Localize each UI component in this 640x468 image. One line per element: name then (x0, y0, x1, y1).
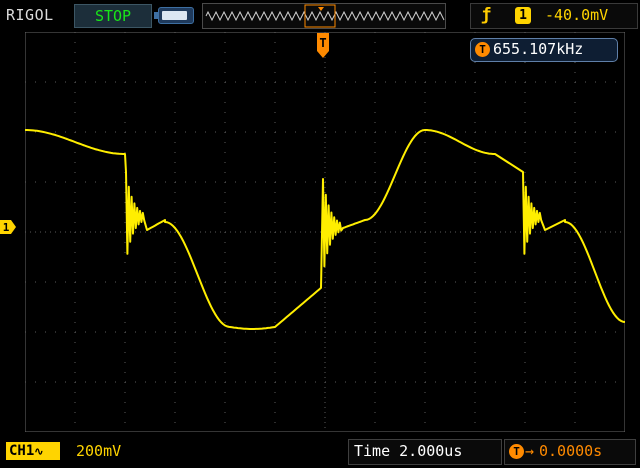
top-status-bar: RIGOL STOP ƒ 1 -40.0mV (0, 0, 640, 32)
trigger-t-icon: T (509, 444, 524, 459)
ac-coupling-icon: ∿ (34, 445, 44, 458)
brand-logo: RIGOL (6, 6, 54, 24)
frequency-counter: T 655.107kHz (470, 38, 618, 62)
rising-edge-icon: ƒ (481, 5, 492, 25)
battery-icon (154, 7, 194, 24)
timebase-value: 2.000us (399, 442, 463, 460)
overview-trigger-icon (318, 7, 324, 11)
trigger-offset-readout: 0.0000s (539, 442, 603, 460)
waveform-grid (25, 32, 625, 432)
channel-marker-label: 1 (3, 221, 10, 234)
memory-depth-bar[interactable] (202, 3, 446, 29)
channel-1-badge[interactable]: CH1∿ (6, 442, 60, 460)
vertical-scale-readout: 200mV (76, 442, 122, 460)
trigger-position-icon[interactable]: T (316, 33, 330, 59)
trigger-t-icon: T (475, 42, 490, 57)
run-stop-status[interactable]: STOP (74, 4, 152, 28)
channel-1-offset-icon[interactable]: 1 (0, 220, 16, 234)
bottom-status-bar: CH1∿ 200mV Time 2.000us T → 0.0000s (0, 436, 640, 468)
frequency-readout: 655.107kHz (493, 40, 584, 58)
timebase-label: Time (354, 442, 391, 460)
waveform-overview-icon (205, 4, 445, 28)
timebase-box[interactable]: Time 2.000us (348, 439, 502, 465)
trigger-level-readout: -40.0mV (545, 6, 609, 24)
waveform-display[interactable] (25, 32, 625, 432)
channel-label: CH1 (9, 443, 35, 459)
trigger-source-badge: 1 (515, 7, 531, 24)
trigger-settings[interactable]: ƒ 1 -40.0mV (470, 3, 638, 29)
svg-text:T: T (319, 36, 326, 50)
trigger-offset-box[interactable]: T → 0.0000s (504, 439, 636, 465)
right-arrow-icon: → (525, 442, 535, 460)
